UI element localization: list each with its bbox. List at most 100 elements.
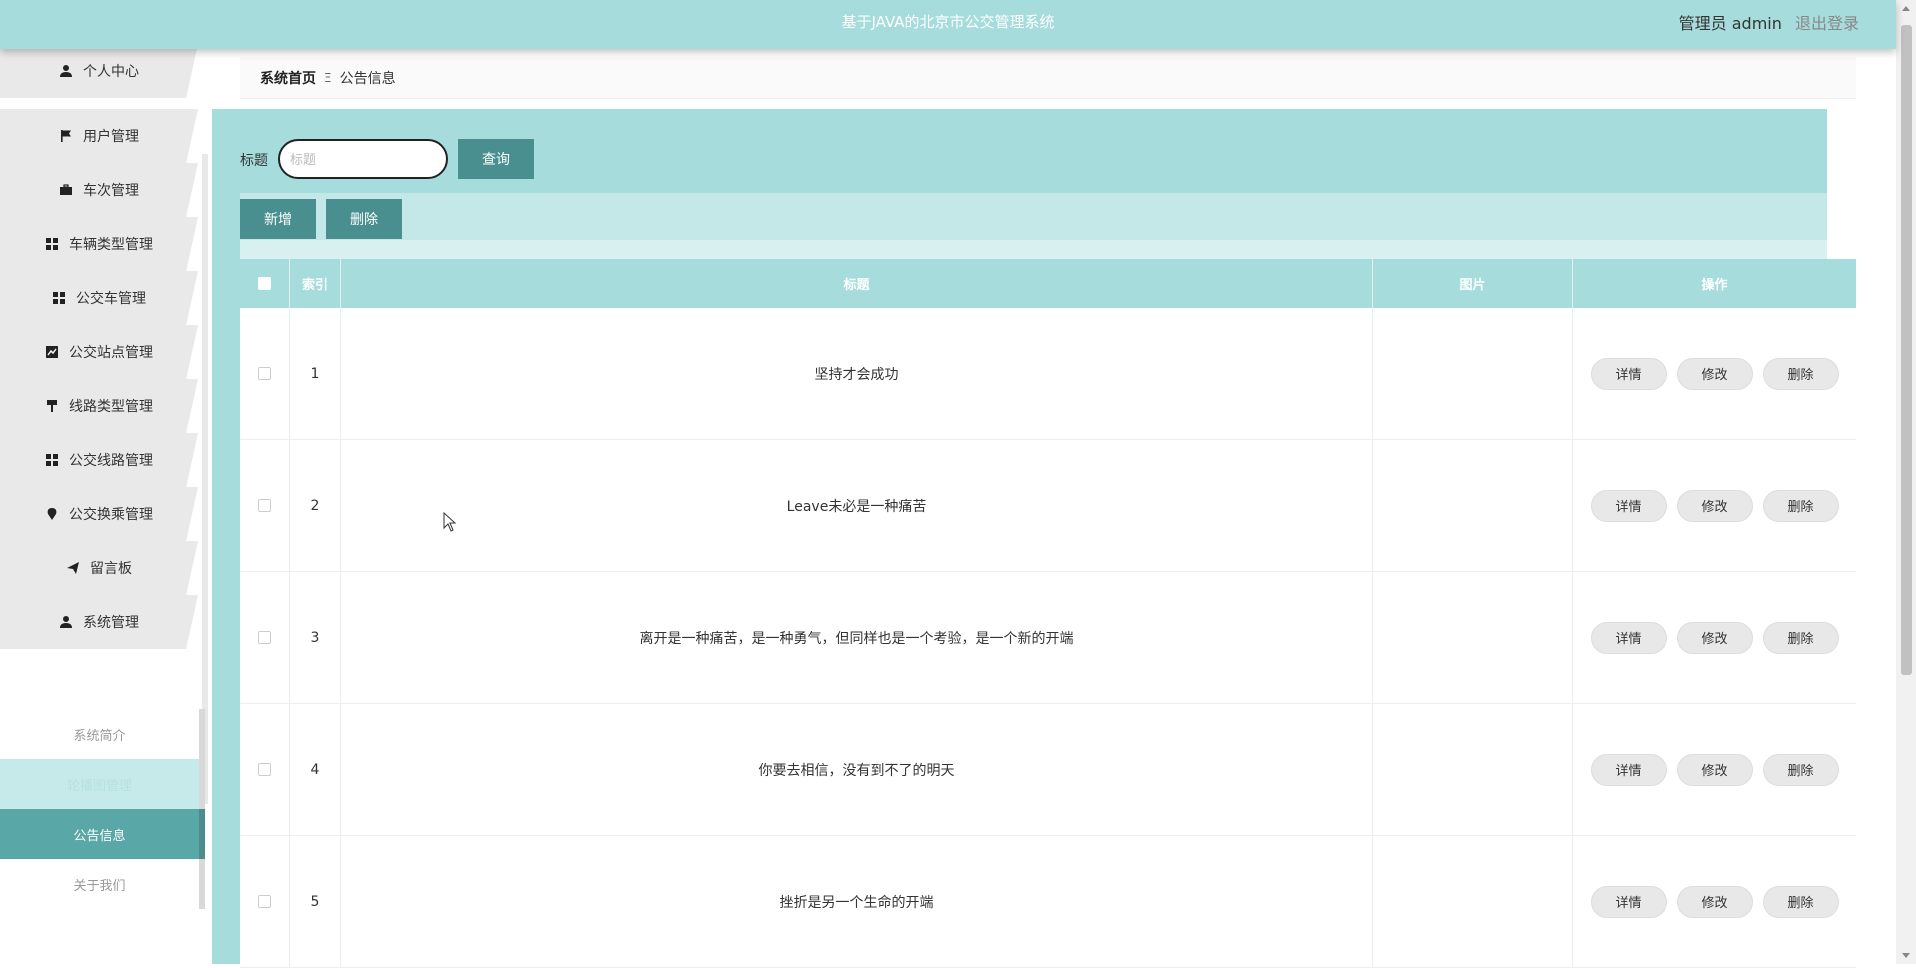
sidebar-item-label: 线路类型管理	[69, 399, 153, 415]
header-checkbox-cell	[240, 259, 290, 308]
row-actions: 详情 修改 删除	[1573, 572, 1856, 703]
row-delete-button[interactable]: 删除	[1762, 357, 1839, 390]
row-checkbox[interactable]	[258, 763, 271, 776]
submenu-item-2[interactable]: 公告信息	[0, 809, 205, 859]
user-info: 管理员 admin 退出登录	[1679, 10, 1859, 34]
breadcrumb: 系统首页 Ξ 公告信息	[240, 57, 1856, 99]
row-image	[1373, 836, 1573, 967]
row-title: 你要去相信，没有到不了的明天	[341, 704, 1373, 835]
row-delete-button[interactable]: 删除	[1762, 621, 1839, 654]
sidebar-item-7[interactable]: 公交线路管理	[0, 433, 198, 487]
row-checkbox[interactable]	[258, 367, 271, 380]
sidebar-item-0[interactable]: 个人中心	[0, 49, 198, 98]
sidebar-item-5[interactable]: 公交站点管理	[0, 325, 198, 379]
row-checkbox[interactable]	[258, 499, 271, 512]
sidebar-item-label: 个人中心	[83, 64, 139, 80]
sidebar-item-label: 公交车管理	[76, 291, 146, 307]
notice-table: 索引 标题 图片 操作 1 坚持才会成功 详情 修改 删除 2 Leave未必是一种痛苦 详情…	[240, 259, 1856, 968]
row-index: 3	[290, 572, 341, 703]
sidebar-item-1[interactable]: 用户管理	[0, 109, 198, 163]
row-checkbox-cell	[240, 704, 290, 835]
detail-button[interactable]: 详情	[1590, 489, 1667, 522]
edit-button[interactable]: 修改	[1676, 489, 1753, 522]
scroll-up-icon[interactable]	[1902, 6, 1910, 11]
row-index: 5	[290, 836, 341, 967]
paint-roller-icon	[45, 399, 59, 413]
breadcrumb-current: 公告信息	[339, 70, 396, 87]
breadcrumb-separator: Ξ	[324, 70, 332, 85]
user-icon	[59, 615, 73, 629]
header-actions: 操作	[1701, 278, 1728, 293]
sidebar-item-6[interactable]: 线路类型管理	[0, 379, 198, 433]
sidebar-item-10[interactable]: 系统管理	[0, 595, 198, 649]
detail-button[interactable]: 详情	[1590, 357, 1667, 390]
header-title: 标题	[341, 259, 1373, 308]
sidebar-item-2[interactable]: 车次管理	[0, 163, 198, 217]
sidebar-item-8[interactable]: 公交换乘管理	[0, 487, 198, 541]
app-title: 基于JAVA的北京市公交管理系统	[841, 13, 1055, 31]
sidebar-item-3[interactable]: 车辆类型管理	[0, 217, 198, 271]
user-label: 管理员 admin	[1678, 14, 1782, 33]
sidebar-scrollbar[interactable]	[202, 154, 208, 804]
search-input[interactable]	[278, 139, 448, 179]
edit-button[interactable]: 修改	[1676, 885, 1753, 918]
user-icon	[59, 64, 73, 78]
select-all-checkbox[interactable]	[258, 277, 271, 290]
row-image	[1373, 440, 1573, 571]
delete-button[interactable]: 删除	[326, 199, 402, 239]
header-image: 图片	[1373, 259, 1573, 308]
action-band-lower	[240, 240, 1827, 260]
sidebar: 个人中心用户管理 车次管理车辆类型管理 公交车管理公交站点管理 线路类型管理公交线路管…	[0, 49, 210, 964]
row-delete-button[interactable]: 删除	[1762, 753, 1839, 786]
grid-icon	[45, 237, 59, 251]
row-index: 4	[290, 704, 341, 835]
row-index: 1	[290, 308, 341, 439]
detail-button[interactable]: 详情	[1590, 621, 1667, 654]
submenu-item-3[interactable]: 关于我们	[0, 859, 205, 909]
edit-button[interactable]: 修改	[1676, 753, 1753, 786]
detail-button[interactable]: 详情	[1590, 885, 1667, 918]
row-title: 挫折是另一个生命的开端	[341, 836, 1373, 967]
edit-button[interactable]: 修改	[1676, 357, 1753, 390]
detail-button[interactable]: 详情	[1590, 753, 1667, 786]
row-checkbox-cell	[240, 308, 290, 439]
table-row: 1 坚持才会成功 详情 修改 删除	[240, 308, 1856, 440]
table-row: 4 你要去相信，没有到不了的明天 详情 修改 删除	[240, 704, 1856, 836]
search-label: 标题	[240, 153, 268, 169]
chart-icon	[45, 345, 59, 359]
sidebar-item-label: 公交站点管理	[69, 345, 153, 361]
row-title: 坚持才会成功	[341, 308, 1373, 439]
logout-link[interactable]: 退出登录	[1795, 14, 1859, 33]
query-button[interactable]: 查询	[458, 139, 534, 179]
row-checkbox-cell	[240, 836, 290, 967]
row-image	[1373, 308, 1573, 439]
row-delete-button[interactable]: 删除	[1762, 885, 1839, 918]
scrollbar-thumb[interactable]	[1901, 25, 1912, 675]
submenu-item-0[interactable]: 系统简介	[0, 709, 205, 759]
row-checkbox[interactable]	[258, 895, 271, 908]
submenu-item-1[interactable]: 轮播图管理	[0, 759, 205, 809]
page-scrollbar[interactable]	[1896, 0, 1916, 964]
row-checkbox-cell	[240, 572, 290, 703]
sidebar-item-label: 系统管理	[83, 615, 139, 631]
row-checkbox[interactable]	[258, 631, 271, 644]
header-index: 索引	[290, 259, 341, 308]
row-actions: 详情 修改 删除	[1573, 440, 1856, 571]
row-actions: 详情 修改 删除	[1573, 836, 1856, 967]
sidebar-item-9[interactable]: 留言板	[0, 541, 198, 595]
table-row: 2 Leave未必是一种痛苦 详情 修改 删除	[240, 440, 1856, 572]
row-delete-button[interactable]: 删除	[1762, 489, 1839, 522]
grid-icon	[45, 453, 59, 467]
row-checkbox-cell	[240, 440, 290, 571]
add-button[interactable]: 新增	[240, 199, 316, 239]
top-bar: 基于JAVA的北京市公交管理系统 管理员 admin 退出登录	[0, 0, 1896, 49]
sidebar-item-4[interactable]: 公交车管理	[0, 271, 198, 325]
breadcrumb-home[interactable]: 系统首页	[260, 68, 316, 88]
pin-icon	[45, 507, 59, 521]
edit-button[interactable]: 修改	[1676, 621, 1753, 654]
sidebar-item-label: 车辆类型管理	[69, 237, 153, 253]
table-header: 索引 标题 图片 操作	[240, 259, 1856, 308]
scroll-down-icon[interactable]	[1902, 953, 1910, 958]
send-icon	[66, 561, 80, 575]
row-title: 离开是一种痛苦，是一种勇气，但同样也是一个考验，是一个新的开端	[341, 572, 1373, 703]
